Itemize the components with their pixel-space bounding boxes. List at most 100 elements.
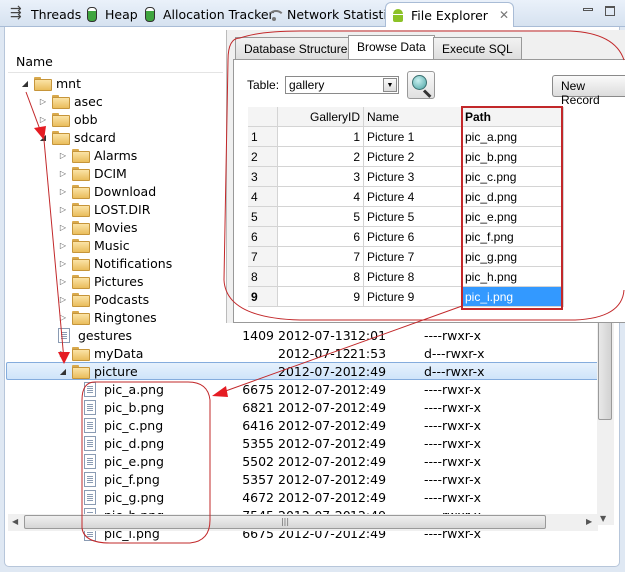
collapsed-arrow-icon[interactable]: ▷ — [58, 313, 68, 322]
row-number[interactable]: 2 — [248, 147, 278, 167]
tab-file-explorer[interactable]: File Explorer ✕ — [385, 2, 514, 27]
tree-item-picture[interactable]: ◢ picture — [58, 362, 138, 380]
grid-row[interactable]: 2 2 Picture 2 pic_b.png — [248, 147, 564, 167]
name-cell[interactable]: Picture 9 — [364, 287, 462, 307]
scroll-left-arrow-icon[interactable]: ◀ — [12, 517, 18, 526]
gallery-id-cell[interactable]: 8 — [278, 267, 364, 287]
scroll-right-arrow-icon[interactable]: ▶ — [586, 517, 592, 526]
collapsed-arrow-icon[interactable]: ▷ — [58, 277, 68, 286]
tree-item-pic-g-png[interactable]: pic_g.png — [84, 488, 164, 506]
name-cell[interactable]: Picture 4 — [364, 187, 462, 207]
gallery-id-cell[interactable]: 5 — [278, 207, 364, 227]
name-cell[interactable]: Picture 8 — [364, 267, 462, 287]
tab-allocation-tracker[interactable]: Allocation Tracker — [138, 3, 278, 26]
name-column-header[interactable]: Name — [16, 54, 53, 69]
tree-item-movies[interactable]: ▷ Movies — [58, 218, 138, 236]
path-cell[interactable]: pic_b.png — [462, 147, 564, 167]
collapsed-arrow-icon[interactable]: ▷ — [58, 205, 68, 214]
new-record-button[interactable]: New Record — [552, 75, 625, 107]
tree-item-download[interactable]: ▷ Download — [58, 182, 156, 200]
row-number[interactable]: 4 — [248, 187, 278, 207]
tree-item-pic-e-png[interactable]: pic_e.png — [84, 452, 164, 470]
column-header-name[interactable]: Name — [364, 107, 462, 127]
grid-row[interactable]: 4 4 Picture 4 pic_d.png — [248, 187, 564, 207]
grid-row[interactable]: 9 9 Picture 9 pic_i.png — [248, 287, 564, 307]
tree-item-notifications[interactable]: ▷ Notifications — [58, 254, 172, 272]
search-button[interactable] — [407, 71, 435, 99]
collapsed-arrow-icon[interactable]: ▷ — [58, 223, 68, 232]
grid-row[interactable]: 8 8 Picture 8 pic_h.png — [248, 267, 564, 287]
close-tab-icon[interactable]: ✕ — [499, 8, 509, 22]
column-header-galleryid[interactable]: GalleryID — [278, 107, 364, 127]
path-cell[interactable]: pic_g.png — [462, 247, 564, 267]
gallery-id-cell[interactable]: 3 — [278, 167, 364, 187]
tree-item-pic-c-png[interactable]: pic_c.png — [84, 416, 163, 434]
name-cell[interactable]: Picture 7 — [364, 247, 462, 267]
chevron-down-icon[interactable]: ▼ — [383, 78, 397, 92]
tab-threads[interactable]: Threads — [6, 3, 85, 26]
tab-database-structure[interactable]: Database Structure — [235, 37, 357, 59]
grid-row[interactable]: 3 3 Picture 3 pic_c.png — [248, 167, 564, 187]
gallery-id-cell[interactable]: 9 — [278, 287, 364, 307]
tree-item-pic-b-png[interactable]: pic_b.png — [84, 398, 164, 416]
maximize-button[interactable] — [605, 6, 615, 16]
collapsed-arrow-icon[interactable]: ▷ — [58, 151, 68, 160]
gallery-id-cell[interactable]: 2 — [278, 147, 364, 167]
path-cell[interactable]: pic_c.png — [462, 167, 564, 187]
horizontal-scrollbar[interactable]: ◀ ||| ▶ — [8, 514, 598, 531]
tree-item-asec[interactable]: ▷ asec — [38, 92, 103, 110]
tab-browse-data[interactable]: Browse Data — [348, 35, 435, 60]
horizontal-scroll-thumb[interactable]: ||| — [24, 515, 546, 529]
path-cell[interactable]: pic_e.png — [462, 207, 564, 227]
name-cell[interactable]: Picture 3 — [364, 167, 462, 187]
tree-item-pic-f-png[interactable]: pic_f.png — [84, 470, 160, 488]
row-number[interactable]: 1 — [248, 127, 278, 147]
name-cell[interactable]: Picture 2 — [364, 147, 462, 167]
path-cell[interactable]: pic_a.png — [462, 127, 564, 147]
path-cell[interactable]: pic_f.png — [462, 227, 564, 247]
row-number[interactable]: 9 — [248, 287, 278, 307]
tree-item-podcasts[interactable]: ▷ Podcasts — [58, 290, 149, 308]
path-cell[interactable]: pic_d.png — [462, 187, 564, 207]
grid-row[interactable]: 7 7 Picture 7 pic_g.png — [248, 247, 564, 267]
tree-item-pic-a-png[interactable]: pic_a.png — [84, 380, 164, 398]
expanded-arrow-icon[interactable]: ◢ — [20, 79, 30, 88]
tree-item-pictures[interactable]: ▷ Pictures — [58, 272, 144, 290]
gallery-id-cell[interactable]: 7 — [278, 247, 364, 267]
minimize-button[interactable] — [583, 8, 593, 11]
name-cell[interactable]: Picture 6 — [364, 227, 462, 247]
tree-item-dcim[interactable]: ▷ DCIM — [58, 164, 127, 182]
tab-execute-sql[interactable]: Execute SQL — [433, 37, 522, 59]
tree-item-mnt[interactable]: ◢ mnt — [20, 74, 81, 92]
grid-row[interactable]: 6 6 Picture 6 pic_f.png — [248, 227, 564, 247]
collapsed-arrow-icon[interactable]: ▷ — [58, 349, 68, 358]
column-header-path[interactable]: Path — [462, 107, 564, 127]
grid-row[interactable]: 5 5 Picture 5 pic_e.png — [248, 207, 564, 227]
tree-item-obb[interactable]: ▷ obb — [38, 110, 98, 128]
row-number[interactable]: 6 — [248, 227, 278, 247]
table-select[interactable]: gallery ▼ — [285, 76, 399, 94]
collapsed-arrow-icon[interactable]: ▷ — [58, 295, 68, 304]
tab-heap[interactable]: Heap — [80, 3, 142, 26]
expanded-arrow-icon[interactable]: ◢ — [58, 367, 68, 376]
tree-item-music[interactable]: ▷ Music — [58, 236, 130, 254]
tab-network-statistics[interactable]: Network Statistics — [262, 3, 404, 26]
gallery-id-cell[interactable]: 6 — [278, 227, 364, 247]
grid-row[interactable]: 1 1 Picture 1 pic_a.png — [248, 127, 564, 147]
tree-item-pic-d-png[interactable]: pic_d.png — [84, 434, 164, 452]
row-number[interactable]: 3 — [248, 167, 278, 187]
path-cell[interactable]: pic_i.png — [462, 287, 564, 307]
tree-item-gestures[interactable]: gestures — [58, 326, 132, 344]
collapsed-arrow-icon[interactable]: ▷ — [58, 259, 68, 268]
scroll-down-arrow-icon[interactable]: ▼ — [600, 514, 606, 523]
collapsed-arrow-icon[interactable]: ▷ — [38, 115, 48, 124]
expanded-arrow-icon[interactable]: ◢ — [38, 133, 48, 142]
name-cell[interactable]: Picture 1 — [364, 127, 462, 147]
tree-item-mydata[interactable]: ▷ myData — [58, 344, 143, 362]
collapsed-arrow-icon[interactable]: ▷ — [58, 241, 68, 250]
tree-item-sdcard[interactable]: ◢ sdcard — [38, 128, 116, 146]
row-number[interactable]: 8 — [248, 267, 278, 287]
collapsed-arrow-icon[interactable]: ▷ — [38, 97, 48, 106]
tree-item-alarms[interactable]: ▷ Alarms — [58, 146, 137, 164]
tree-item-ringtones[interactable]: ▷ Ringtones — [58, 308, 157, 326]
